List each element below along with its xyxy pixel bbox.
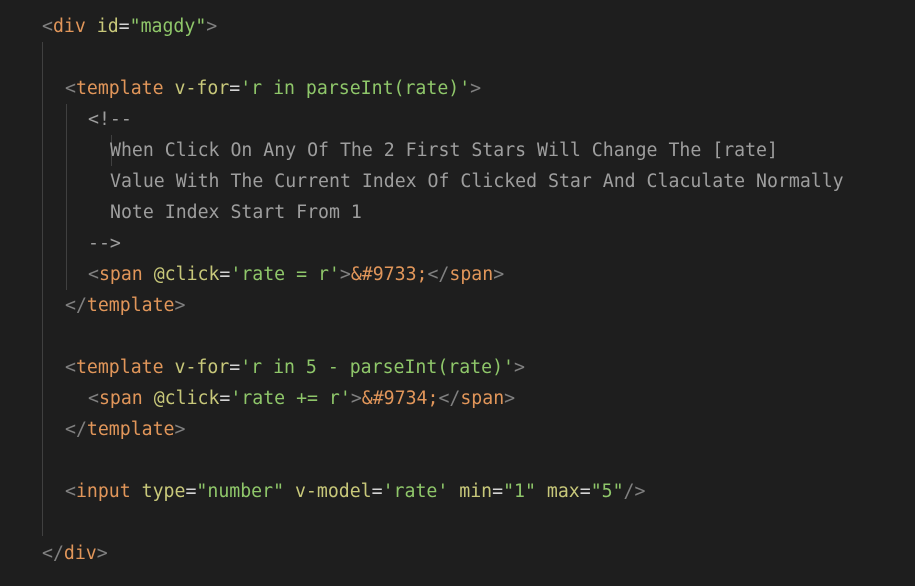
code-punctuation: <	[65, 78, 76, 99]
code-attribute: v-for	[174, 357, 230, 378]
code-line[interactable]: <span @click='rate = r'>&#9733;</span>	[88, 259, 504, 290]
code-tag-name: span	[98, 264, 143, 285]
code-punctuation: >	[174, 295, 186, 316]
code-line[interactable]: </div>	[42, 538, 108, 569]
code-punctuation: >	[206, 16, 218, 37]
code-entity: &#9733;	[350, 264, 428, 285]
code-punctuation: <	[65, 481, 76, 502]
code-entity: &#9734;	[361, 388, 439, 409]
code-tag-name: template	[86, 419, 175, 440]
code-string: "magdy"	[129, 16, 207, 37]
code-punctuation: >	[513, 357, 525, 378]
code-comment: When Click On Any Of The 2 First Stars W…	[110, 140, 778, 161]
code-punctuation: >	[339, 264, 351, 285]
code-tag-name: input	[75, 481, 131, 502]
code-punctuation: </	[427, 264, 450, 285]
code-punctuation: </	[438, 388, 461, 409]
code-string: 'r in parseInt(rate)'	[240, 78, 471, 99]
code-string: 'rate = r'	[230, 264, 340, 285]
code-punctuation: >	[493, 264, 505, 285]
code-operator: =	[185, 481, 197, 502]
code-attribute: max	[546, 481, 580, 502]
code-line[interactable]: <!--	[88, 104, 132, 135]
code-tag-name: template	[86, 295, 175, 316]
code-tag-name: template	[75, 357, 164, 378]
code-attribute: min	[459, 481, 493, 502]
code-operator: =	[229, 357, 241, 378]
code-line[interactable]: <input type="number" v-model='rate' min=…	[65, 476, 645, 507]
indent-guide	[66, 104, 67, 290]
code-line[interactable]: </template>	[65, 414, 185, 445]
code-tag-name: template	[75, 78, 164, 99]
code-punctuation: <	[42, 16, 53, 37]
code-string: "number"	[196, 481, 285, 502]
code-line[interactable]: Note Index Start From 1	[110, 197, 362, 228]
code-line[interactable]: When Click On Any Of The 2 First Stars W…	[110, 135, 778, 166]
code-punctuation: >	[504, 388, 516, 409]
code-comment: Value With The Current Index Of Clicked …	[110, 171, 844, 192]
code-attribute: @click	[153, 388, 220, 409]
code-tag-name: span	[98, 388, 143, 409]
code-tag-name: div	[63, 543, 97, 564]
code-line[interactable]: <template v-for='r in parseInt(rate)'>	[65, 73, 481, 104]
code-operator: =	[579, 481, 591, 502]
code-attribute: type	[141, 481, 186, 502]
code-tag-name: span	[449, 264, 494, 285]
code-line[interactable]: <span @click='rate += r'>&#9734;</span>	[88, 383, 515, 414]
code-comment: <!--	[88, 109, 132, 130]
code-editor[interactable]: <div id="magdy"> <template v-for='r in pa…	[0, 0, 915, 586]
code-punctuation: <	[88, 264, 99, 285]
code-string: "1"	[503, 481, 536, 502]
code-line[interactable]: Value With The Current Index Of Clicked …	[110, 166, 844, 197]
code-punctuation: </	[42, 543, 64, 564]
code-attribute: @click	[153, 264, 220, 285]
code-tag-name: span	[460, 388, 505, 409]
code-attribute: v-model	[294, 481, 372, 502]
code-line[interactable]: <div id="magdy">	[42, 11, 217, 42]
code-string: 'rate += r'	[230, 388, 351, 409]
editor-gutter	[0, 0, 20, 586]
code-tag-name: div	[52, 16, 86, 37]
code-comment: Note Index Start From 1	[110, 202, 362, 223]
indent-guide	[42, 42, 43, 536]
code-punctuation: <	[65, 357, 76, 378]
code-punctuation: </	[65, 419, 87, 440]
code-line[interactable]: </template>	[65, 290, 185, 321]
code-punctuation: >	[174, 419, 186, 440]
code-operator: =	[219, 388, 231, 409]
code-punctuation: >	[470, 78, 482, 99]
code-punctuation: </	[65, 295, 87, 316]
code-string: 'rate'	[382, 481, 449, 502]
code-string: 'r in 5 - parseInt(rate)'	[240, 357, 514, 378]
code-string: "5"	[590, 481, 624, 502]
code-operator: =	[118, 16, 130, 37]
code-comment: -->	[88, 233, 121, 254]
code-punctuation: <	[88, 388, 99, 409]
code-punctuation: >	[350, 388, 362, 409]
code-operator: =	[371, 481, 383, 502]
code-attribute: v-for	[174, 78, 230, 99]
code-attribute: id	[96, 16, 119, 37]
code-punctuation: >	[96, 543, 108, 564]
code-line[interactable]: -->	[88, 228, 121, 259]
code-line[interactable]: <template v-for='r in 5 - parseInt(rate)…	[65, 352, 525, 383]
code-operator: =	[492, 481, 504, 502]
code-operator: =	[229, 78, 241, 99]
code-punctuation: />	[623, 481, 646, 502]
code-operator: =	[219, 264, 231, 285]
